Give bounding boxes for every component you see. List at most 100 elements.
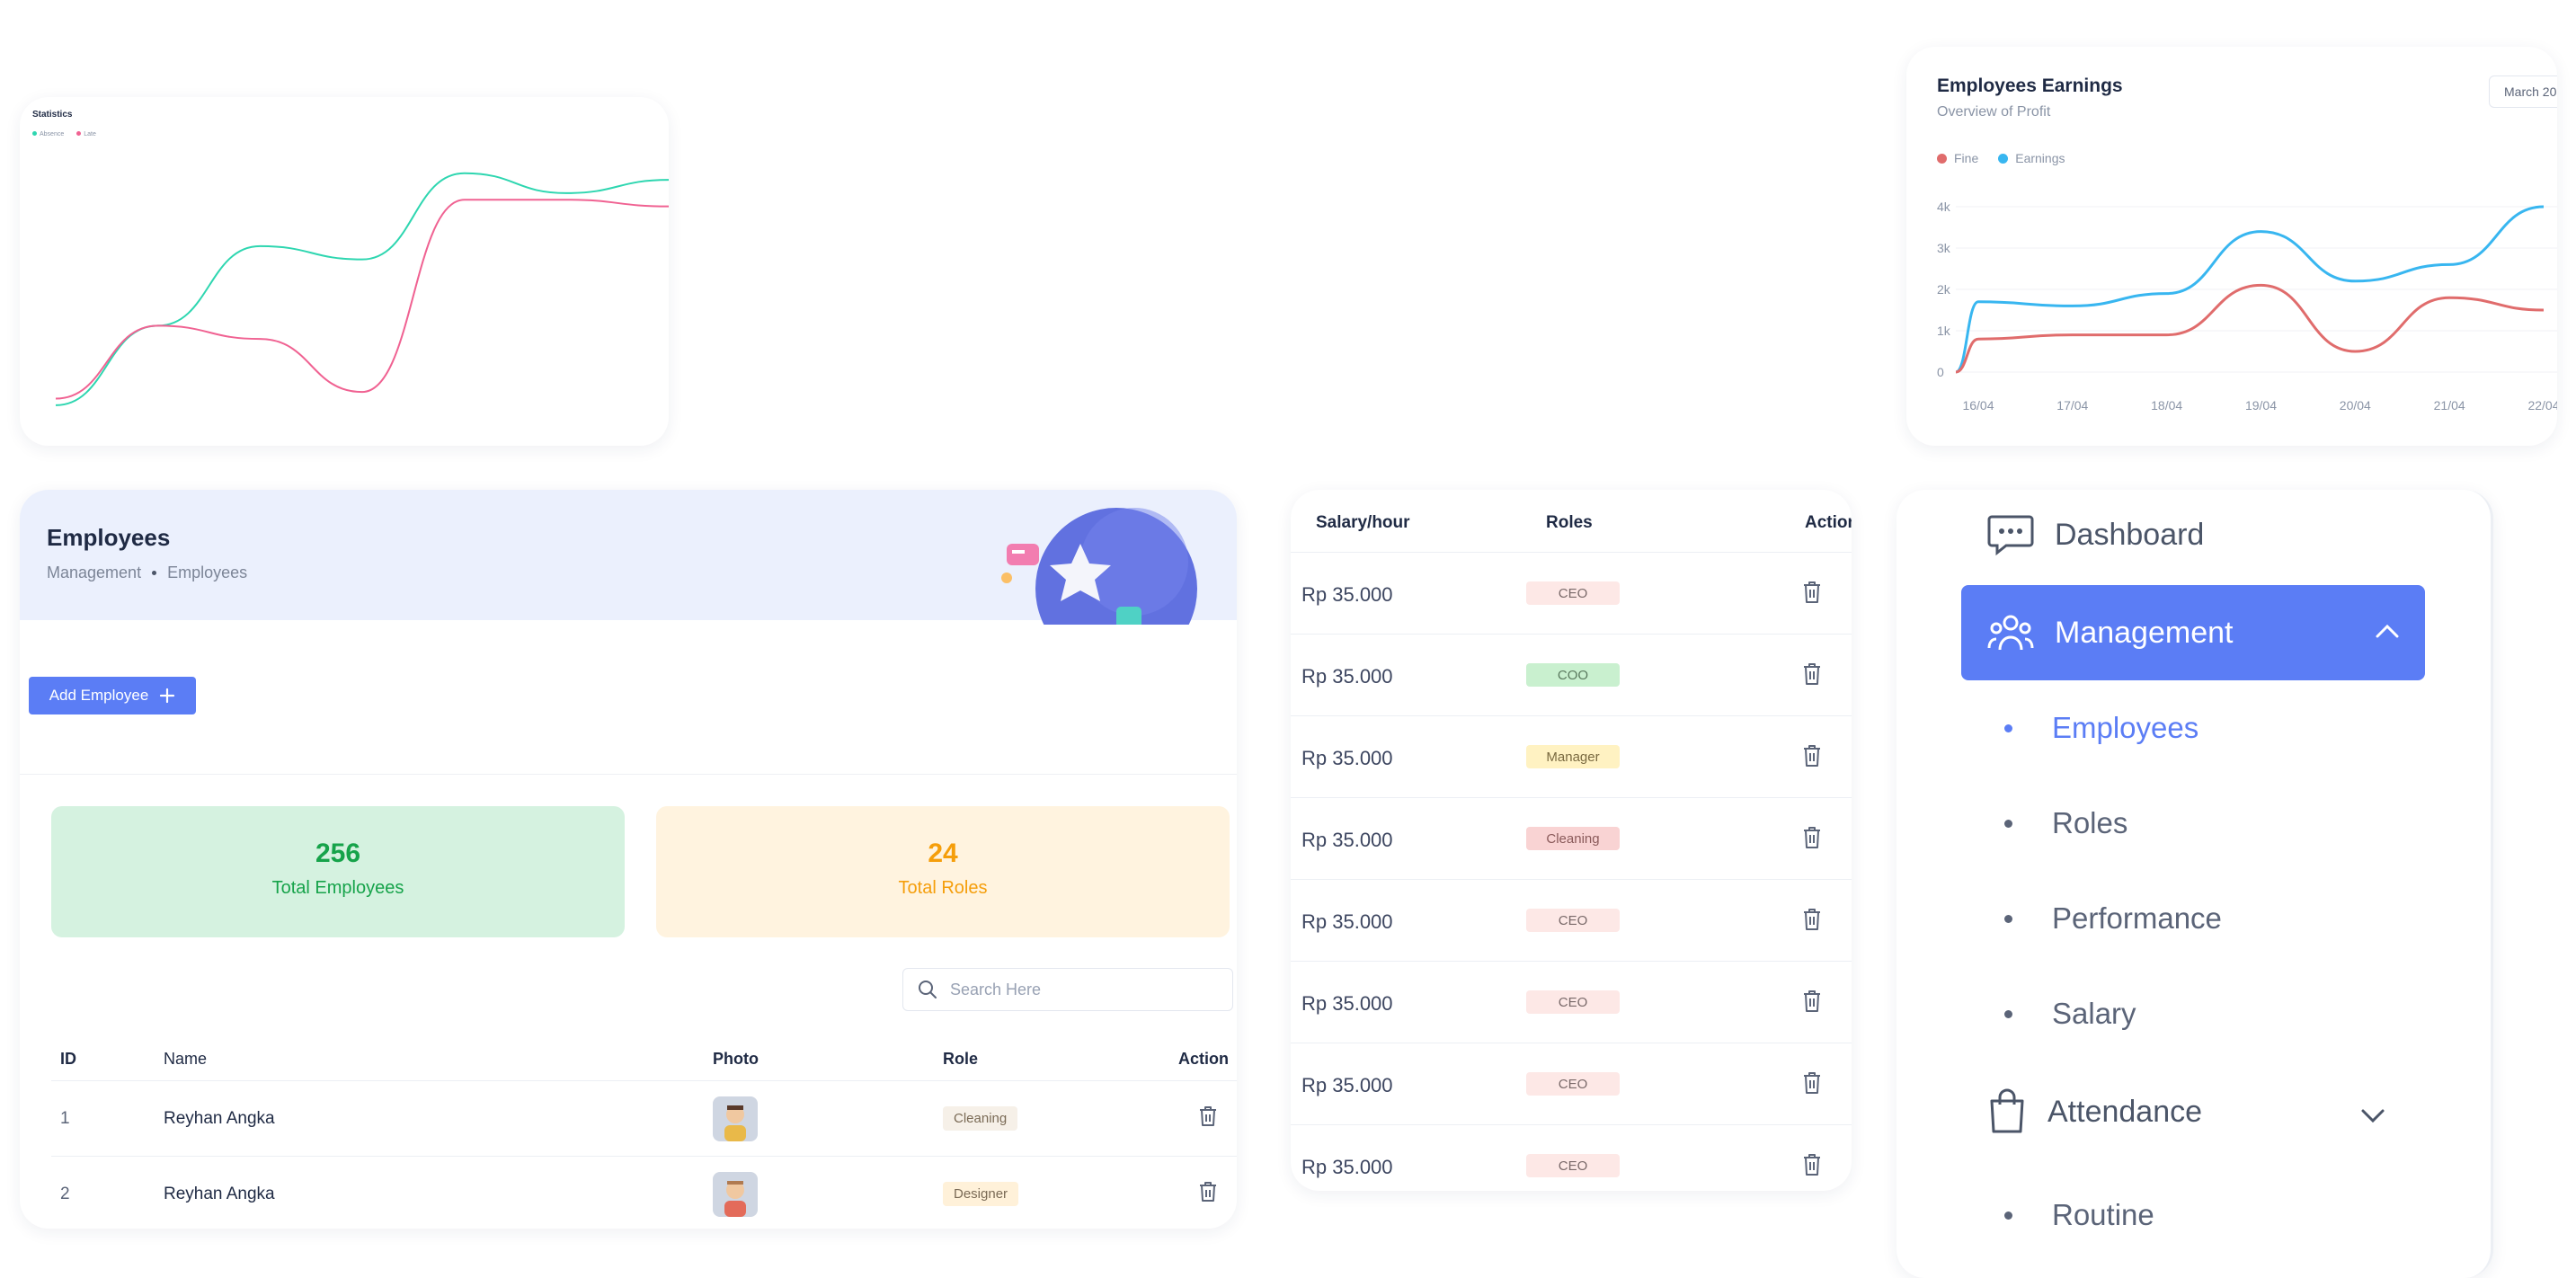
sidebar-item-label: Attendance bbox=[2047, 1094, 2203, 1129]
table-row: 1 Reyhan Angka Cleaning bbox=[51, 1081, 1237, 1157]
breadcrumb-separator bbox=[152, 571, 157, 575]
table-row: Rp 35.000 Manager bbox=[1291, 716, 1852, 798]
salary-value: Rp 35.000 bbox=[1301, 992, 1393, 1015]
role-badge: CEO bbox=[1526, 581, 1620, 605]
table-header: ID Name Photo Role Action bbox=[51, 1038, 1237, 1081]
y-tick-label: 4k bbox=[1937, 200, 1951, 214]
role-badge: Cleaning bbox=[1526, 827, 1620, 850]
sidebar-item-label: Dashboard bbox=[2055, 517, 2205, 552]
x-tick-label: 17/04 bbox=[2056, 398, 2088, 413]
plus-icon bbox=[160, 688, 175, 704]
delete-button[interactable] bbox=[1197, 1180, 1219, 1209]
employees-table: ID Name Photo Role Action 1 Reyhan Angka… bbox=[51, 1038, 1237, 1229]
x-tick-label: 18/04 bbox=[2151, 398, 2182, 413]
total-employees-value: 256 bbox=[315, 839, 361, 868]
sidebar-subitem-roles[interactable]: Roles bbox=[2004, 806, 2127, 840]
trash-icon bbox=[1804, 990, 1820, 1012]
chevron-down-icon[interactable] bbox=[2360, 1108, 2385, 1124]
delete-button[interactable] bbox=[1801, 661, 1823, 691]
series-line-late bbox=[55, 199, 669, 400]
add-employee-button[interactable]: Add Employee bbox=[29, 677, 196, 714]
row-id: 1 bbox=[60, 1108, 70, 1128]
trash-icon bbox=[1200, 1181, 1216, 1202]
sidebar-subitem-performance[interactable]: Performance bbox=[2004, 901, 2222, 936]
table-row: Rp 35.000 CEO bbox=[1291, 1043, 1852, 1125]
role-badge: CEO bbox=[1526, 990, 1620, 1014]
sidebar-nav: Dashboard Management Employees Roles Per… bbox=[1896, 490, 2493, 1278]
sidebar-subitem-label: Roles bbox=[2052, 806, 2128, 839]
trash-icon bbox=[1804, 909, 1820, 930]
role-badge: CEO bbox=[1526, 909, 1620, 932]
shopping-bag-icon bbox=[1990, 1088, 2024, 1133]
delete-button[interactable] bbox=[1801, 907, 1823, 936]
chevron-up-icon bbox=[2376, 624, 2399, 638]
series-line-absence bbox=[55, 172, 669, 406]
x-tick-label: 21/04 bbox=[2434, 398, 2465, 413]
sidebar-subitem-routine[interactable]: Routine bbox=[2004, 1198, 2154, 1232]
section-divider bbox=[20, 774, 1237, 775]
role-badge: CEO bbox=[1526, 1154, 1620, 1177]
page-header-banner: Employees Management Employees bbox=[20, 490, 1237, 625]
table-row: Rp 35.000 COO bbox=[1291, 635, 1852, 716]
sidebar-subitem-label: Salary bbox=[2052, 997, 2136, 1030]
salary-value: Rp 35.000 bbox=[1301, 1156, 1393, 1178]
sidebar-item-dashboard[interactable]: Dashboard bbox=[1986, 513, 2204, 556]
trash-icon bbox=[1804, 1072, 1820, 1094]
search-icon bbox=[919, 981, 937, 998]
salary-value: Rp 35.000 bbox=[1301, 665, 1393, 688]
trash-icon bbox=[1804, 663, 1820, 685]
salary-value: Rp 35.000 bbox=[1301, 583, 1393, 606]
y-tick-label: 1k bbox=[1937, 324, 1951, 338]
y-tick-label: 2k bbox=[1937, 282, 1951, 297]
trash-icon bbox=[1804, 745, 1820, 767]
total-roles-card: 24 Total Roles bbox=[656, 806, 1230, 937]
trash-icon bbox=[1804, 1154, 1820, 1176]
row-name: Reyhan Angka bbox=[164, 1184, 275, 1203]
sidebar-item-management[interactable]: Management bbox=[1961, 585, 2425, 680]
delete-button[interactable] bbox=[1197, 1105, 1219, 1133]
delete-button[interactable] bbox=[1801, 1070, 1823, 1100]
x-tick-label: 20/04 bbox=[2340, 398, 2371, 413]
statistics-chart bbox=[55, 172, 669, 406]
search-placeholder: Search Here bbox=[950, 980, 1042, 998]
delete-button[interactable] bbox=[1801, 580, 1823, 609]
page-title: Employees bbox=[47, 524, 171, 551]
total-roles-label: Total Roles bbox=[898, 878, 988, 898]
row-id: 2 bbox=[60, 1184, 70, 1203]
sidebar-subitem-employees[interactable]: Employees bbox=[2004, 711, 2198, 745]
avatar bbox=[713, 1096, 758, 1141]
row-name: Reyhan Angka bbox=[164, 1108, 275, 1128]
trash-icon bbox=[1804, 827, 1820, 848]
search-input[interactable]: Search Here bbox=[902, 968, 1233, 1011]
sidebar-subitem-salary[interactable]: Salary bbox=[2004, 997, 2136, 1031]
earnings-chart: 4k 3k 2k 1k 0 16/04 17/04 18/04 19/04 20/04 21/04 2… bbox=[1937, 200, 2557, 413]
salary-value: Rp 35.000 bbox=[1301, 910, 1393, 933]
column-action: Action bbox=[1805, 513, 1852, 532]
salary-value: Rp 35.000 bbox=[1301, 747, 1393, 769]
column-photo: Photo bbox=[713, 1050, 759, 1068]
role-badge: Cleaning bbox=[943, 1106, 1018, 1131]
earnings-card: Employees Earnings Overview of Profit Ma… bbox=[1906, 47, 2557, 446]
x-tick-label: 16/04 bbox=[1962, 398, 1994, 413]
sidebar-subitem-label: Performance bbox=[2052, 901, 2222, 935]
delete-button[interactable] bbox=[1801, 743, 1823, 773]
delete-button[interactable] bbox=[1801, 1152, 1823, 1182]
column-action: Action bbox=[1178, 1050, 1229, 1068]
star-illustration bbox=[1001, 508, 1197, 625]
salary-value: Rp 35.000 bbox=[1301, 1074, 1393, 1096]
employees-page-card: Employees Management Employees Add Emplo… bbox=[20, 490, 1237, 1229]
salary-value: Rp 35.000 bbox=[1301, 829, 1393, 851]
table-row: Rp 35.000 Cleaning bbox=[1291, 798, 1852, 880]
column-salary: Salary/hour bbox=[1316, 513, 1410, 532]
total-employees-card: 256 Total Employees bbox=[51, 806, 625, 937]
y-tick-label: 0 bbox=[1937, 365, 1944, 379]
trash-icon bbox=[1200, 1105, 1216, 1126]
salary-table-card: Salary/hour Roles Action Rp 35.000CEORp … bbox=[1291, 490, 1852, 1191]
series-line-fine bbox=[1955, 283, 2545, 374]
breadcrumb-management[interactable]: Management bbox=[47, 564, 141, 582]
delete-button[interactable] bbox=[1801, 989, 1823, 1018]
role-badge: Manager bbox=[1526, 745, 1620, 768]
delete-button[interactable] bbox=[1801, 825, 1823, 855]
sidebar-item-attendance[interactable]: Attendance bbox=[1986, 1088, 2202, 1135]
breadcrumb-employees: Employees bbox=[167, 564, 248, 581]
